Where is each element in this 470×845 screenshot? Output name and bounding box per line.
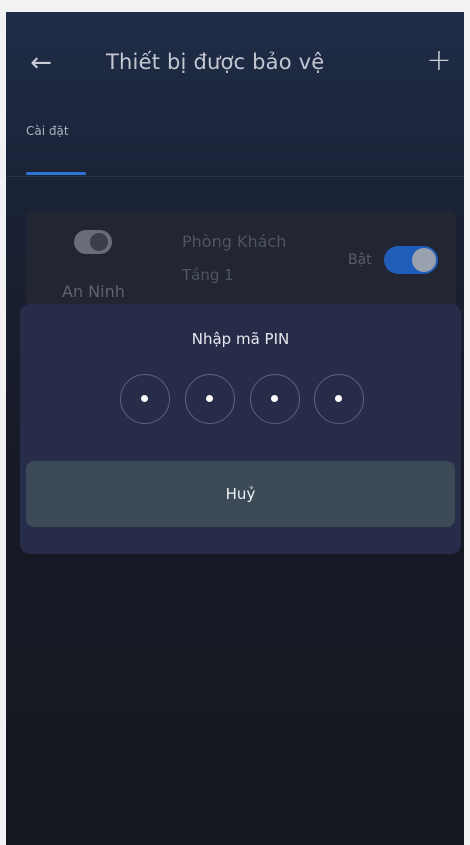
tab-active-indicator	[26, 172, 86, 175]
add-icon[interactable]: +	[424, 46, 454, 76]
app-screen: ← Thiết bị được bảo vệ + Cài đặt An Ninh…	[6, 12, 464, 845]
pin-dot-filled	[271, 395, 278, 402]
tab-settings[interactable]: Cài đặt	[26, 124, 69, 138]
app-header: ← Thiết bị được bảo vệ +	[6, 12, 464, 118]
floor-name: Tầng 1	[182, 266, 234, 284]
tab-divider	[6, 176, 464, 177]
pin-digit-2	[185, 374, 235, 424]
device-state-toggle[interactable]	[384, 246, 438, 274]
pin-dot-filled	[335, 395, 342, 402]
cancel-button[interactable]: Huỷ	[26, 461, 455, 527]
toggle-knob	[90, 233, 108, 251]
pin-digit-4	[314, 374, 364, 424]
pin-dot-filled	[206, 395, 213, 402]
security-mode-toggle[interactable]	[74, 230, 112, 254]
security-mode-label: An Ninh	[62, 282, 125, 301]
toggle-knob	[412, 248, 436, 272]
page-title: Thiết bị được bảo vệ	[106, 50, 325, 74]
back-arrow-icon[interactable]: ←	[26, 48, 56, 78]
pin-digit-1	[120, 374, 170, 424]
pin-dot-filled	[141, 395, 148, 402]
pin-dialog: Nhập mã PIN Huỷ	[20, 304, 461, 554]
device-state-label: Bật	[348, 252, 372, 268]
room-name: Phòng Khách	[182, 232, 287, 251]
pin-dialog-title: Nhập mã PIN	[191, 330, 290, 348]
pin-digit-3	[250, 374, 300, 424]
